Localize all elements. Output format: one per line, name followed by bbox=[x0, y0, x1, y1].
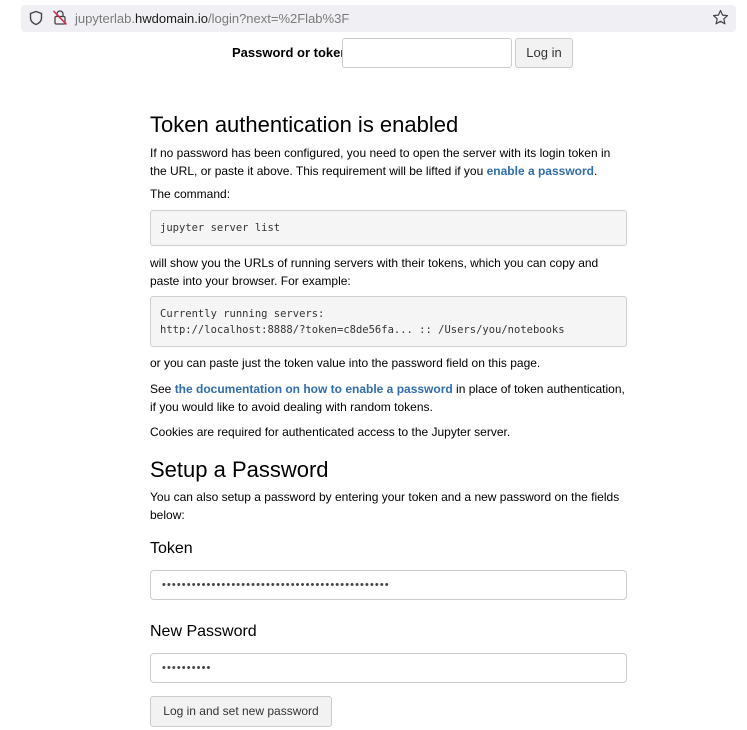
url-host: hwdomain.io bbox=[134, 11, 208, 26]
see-prefix: See bbox=[150, 382, 175, 396]
new-password-field[interactable]: •••••••••• bbox=[150, 653, 627, 683]
paste-token-paragraph: or you can paste just the token value in… bbox=[150, 356, 541, 370]
command-label: The command: bbox=[150, 187, 231, 201]
new-password-label: New Password bbox=[150, 623, 257, 640]
example-line-1: Currently running servers: bbox=[160, 308, 325, 320]
token-field[interactable]: ••••••••••••••••••••••••••••••••••••••••… bbox=[150, 570, 627, 600]
enable-password-link[interactable]: enable a password bbox=[487, 164, 594, 178]
documentation-link[interactable]: the documentation on how to enable a pas… bbox=[175, 382, 453, 396]
insecure-lock-icon[interactable] bbox=[52, 9, 68, 26]
cookies-paragraph: Cookies are required for authenticated a… bbox=[150, 425, 511, 439]
token-field-label: Token bbox=[150, 540, 193, 557]
example-line-2: http://localhost:8888/?token=c8de56fa...… bbox=[160, 324, 565, 336]
token-intro-end: . bbox=[593, 164, 598, 178]
setup-intro-paragraph: You can also setup a password by enterin… bbox=[150, 490, 620, 522]
token-intro-paragraph: If no password has been configured, you … bbox=[150, 144, 628, 180]
url-host-prefix: jupyterlab. bbox=[75, 11, 135, 26]
url-path: /login?next=%2Flab%3F bbox=[207, 11, 350, 26]
command-code-block: jupyter server list bbox=[150, 210, 627, 246]
url-text[interactable]: jupyterlab.hwdomain.io/login?next=%2Flab… bbox=[75, 10, 349, 27]
bookmark-star-icon[interactable] bbox=[712, 9, 729, 26]
token-auth-heading: Token authentication is enabled bbox=[150, 112, 459, 137]
password-input[interactable] bbox=[342, 38, 512, 68]
browser-toolbar: jupyterlab.hwdomain.io/login?next=%2Flab… bbox=[0, 0, 747, 36]
password-label: Password or token: bbox=[232, 45, 353, 60]
see-docs-paragraph: See the documentation on how to enable a… bbox=[150, 380, 628, 416]
show-urls-paragraph: will show you the URLs of running server… bbox=[150, 256, 599, 288]
shield-icon[interactable] bbox=[28, 10, 44, 26]
login-button[interactable]: Log in bbox=[515, 38, 573, 68]
setup-password-heading: Setup a Password bbox=[150, 457, 329, 482]
set-new-password-button[interactable]: Log in and set new password bbox=[150, 696, 332, 727]
example-code-block: Currently running servers: http://localh… bbox=[150, 296, 627, 347]
